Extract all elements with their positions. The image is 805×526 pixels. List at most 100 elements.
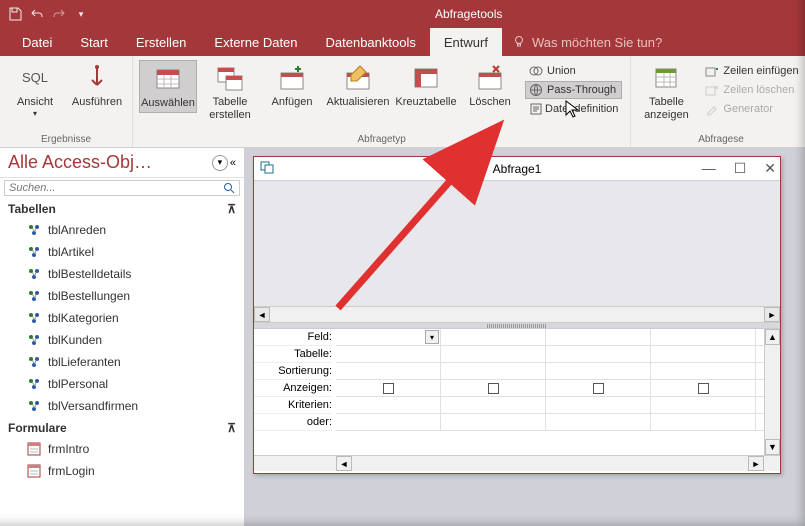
- crosstab-label: Kreuztabelle: [395, 96, 456, 109]
- scroll-down-icon[interactable]: ▼: [765, 439, 780, 455]
- nav-item-table[interactable]: tblKunden: [0, 329, 244, 351]
- query-window: Abfrage1 — ☐ ✕ ◄ ► Feld: Tabelle: Sortie: [253, 156, 781, 474]
- qat-dropdown-icon[interactable]: ▾: [72, 5, 90, 23]
- nav-cat-forms-label: Formulare: [8, 421, 67, 436]
- run-label: Ausführen: [72, 96, 122, 109]
- group-label-results: Ergebnisse: [6, 132, 126, 145]
- tab-database-tools[interactable]: Datenbanktools: [312, 28, 430, 56]
- scroll-right-icon[interactable]: ►: [764, 307, 780, 322]
- delete-button[interactable]: Löschen: [461, 60, 519, 111]
- nav-item-table[interactable]: tblArtikel: [0, 241, 244, 263]
- ribbon: SQL Ansicht ▾ Ausführen Ergebnisse Auswä…: [0, 56, 805, 148]
- run-icon: [84, 65, 110, 91]
- row-label-sort: Sortierung:: [254, 363, 332, 380]
- save-icon[interactable]: [6, 5, 24, 23]
- nav-collapse-icon[interactable]: «: [230, 157, 236, 169]
- nav-category-forms[interactable]: Formulare ⊼: [0, 417, 244, 438]
- table-icon: [154, 65, 182, 93]
- field-dropdown-icon[interactable]: ▾: [425, 330, 439, 344]
- linked-table-icon: [26, 332, 42, 348]
- mdi-area: Abfrage1 — ☐ ✕ ◄ ► Feld: Tabelle: Sortie: [245, 148, 805, 526]
- crosstab-button[interactable]: Kreuztabelle: [395, 60, 457, 111]
- show-checkbox[interactable]: [488, 383, 499, 394]
- linked-table-icon: [26, 376, 42, 392]
- tell-me-search[interactable]: Was möchten Sie tun?: [512, 35, 662, 50]
- nav-item-table[interactable]: tblKategorien: [0, 307, 244, 329]
- run-button[interactable]: Ausführen: [68, 60, 126, 111]
- maximize-icon[interactable]: ☐: [734, 160, 747, 177]
- scroll-right-icon[interactable]: ►: [748, 456, 764, 471]
- nav-item-label: tblLieferanten: [48, 355, 121, 369]
- datadef-icon: [529, 102, 543, 116]
- row-label-show: Anzeigen:: [254, 380, 332, 397]
- tab-home[interactable]: Start: [66, 28, 121, 56]
- minimize-icon[interactable]: —: [702, 160, 716, 177]
- nav-item-form[interactable]: frmIntro: [0, 438, 244, 460]
- nav-search-input[interactable]: [9, 182, 223, 194]
- make-table-button[interactable]: Tabelle erstellen: [201, 60, 259, 124]
- maketable-label: Tabelle erstellen: [203, 96, 257, 122]
- tab-design[interactable]: Entwurf: [430, 28, 502, 56]
- search-icon: [223, 182, 235, 194]
- nav-item-form[interactable]: frmLogin: [0, 460, 244, 482]
- nav-item-table[interactable]: tblLieferanten: [0, 351, 244, 373]
- nav-item-label: tblPersonal: [48, 377, 108, 391]
- union-label: Union: [547, 65, 576, 77]
- scroll-left-icon[interactable]: ◄: [336, 456, 352, 471]
- redo-icon[interactable]: [50, 5, 68, 23]
- union-button[interactable]: Union: [525, 62, 622, 80]
- nav-item-label: tblVersandfirmen: [48, 399, 138, 413]
- builder-label: Generator: [723, 103, 773, 115]
- contextual-tab-title: Abfragetools: [435, 7, 502, 21]
- grid-vscrollbar[interactable]: ▲ ▼: [764, 329, 780, 455]
- builder-button: Generator: [701, 100, 802, 118]
- linked-table-icon: [26, 310, 42, 326]
- append-button[interactable]: Anfügen: [263, 60, 321, 111]
- row-label-criteria: Kriterien:: [254, 397, 332, 414]
- workspace: Alle Access-Obj… ▾ « Tabellen ⊼ tblAnred…: [0, 148, 805, 526]
- grid-cells[interactable]: ▾: [336, 329, 764, 455]
- insert-rows-button[interactable]: Zeilen einfügen: [701, 62, 802, 80]
- nav-item-table[interactable]: tblVersandfirmen: [0, 395, 244, 417]
- nav-search[interactable]: [4, 180, 240, 196]
- ribbon-group-setup: Tabelle anzeigen Zeilen einfügen Zeilen …: [631, 56, 805, 147]
- nav-item-table[interactable]: tblBestellungen: [0, 285, 244, 307]
- lightbulb-icon: [512, 35, 526, 49]
- show-checkbox[interactable]: [383, 383, 394, 394]
- scroll-up-icon[interactable]: ▲: [765, 329, 780, 345]
- quick-access-toolbar: ▾: [6, 5, 90, 23]
- undo-icon[interactable]: [28, 5, 46, 23]
- view-button[interactable]: SQL Ansicht ▾: [6, 60, 64, 121]
- nav-item-table[interactable]: tblPersonal: [0, 373, 244, 395]
- collapse-icon: ⊼: [227, 421, 236, 436]
- tab-external-data[interactable]: Externe Daten: [200, 28, 311, 56]
- passthrough-button[interactable]: Pass-Through: [525, 81, 622, 99]
- nav-item-table[interactable]: tblBestelldetails: [0, 263, 244, 285]
- union-icon: [529, 64, 543, 78]
- grid-hscrollbar[interactable]: ◄ ►: [254, 455, 780, 471]
- query-diagram-pane[interactable]: ◄ ►: [254, 181, 780, 323]
- show-checkbox[interactable]: [593, 383, 604, 394]
- update-button[interactable]: Aktualisieren: [325, 60, 391, 111]
- nav-category-tables[interactable]: Tabellen ⊼: [0, 198, 244, 219]
- builder-icon: [705, 102, 719, 116]
- update-icon: [344, 64, 372, 92]
- nav-title[interactable]: Alle Access-Obj…: [8, 152, 152, 173]
- ribbon-group-results: SQL Ansicht ▾ Ausführen Ergebnisse: [0, 56, 133, 147]
- tab-create[interactable]: Erstellen: [122, 28, 201, 56]
- close-icon[interactable]: ✕: [764, 160, 776, 177]
- diagram-hscrollbar[interactable]: ◄ ►: [254, 306, 780, 322]
- append-label: Anfügen: [272, 96, 313, 109]
- query-window-titlebar[interactable]: Abfrage1 — ☐ ✕: [254, 157, 780, 181]
- nav-item-label: tblArtikel: [48, 245, 94, 259]
- select-query-button[interactable]: Auswählen: [139, 60, 197, 113]
- linked-table-icon: [26, 398, 42, 414]
- show-checkbox[interactable]: [698, 383, 709, 394]
- scroll-left-icon[interactable]: ◄: [254, 307, 270, 322]
- grid-row-labels: Feld: Tabelle: Sortierung: Anzeigen: Kri…: [254, 329, 336, 455]
- ribbon-group-querytype: Auswählen Tabelle erstellen Anfügen Aktu…: [133, 56, 631, 147]
- show-table-button[interactable]: Tabelle anzeigen: [637, 60, 695, 124]
- nav-filter-dropdown-icon[interactable]: ▾: [212, 155, 228, 171]
- nav-item-table[interactable]: tblAnreden: [0, 219, 244, 241]
- tab-file[interactable]: Datei: [8, 28, 66, 56]
